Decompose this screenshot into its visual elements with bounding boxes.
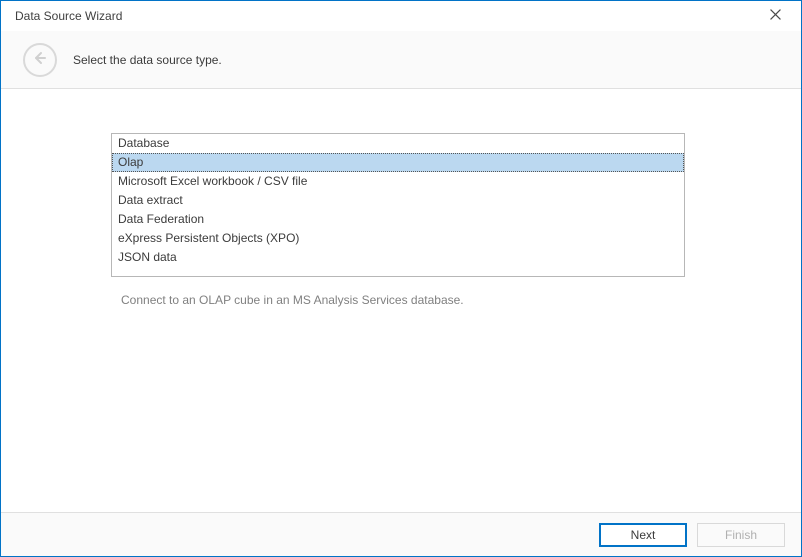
content-area: DatabaseOlapMicrosoft Excel workbook / C… <box>1 89 801 512</box>
description-text: Connect to an OLAP cube in an MS Analysi… <box>111 293 691 307</box>
instruction-text: Select the data source type. <box>73 53 222 67</box>
wizard-window: Data Source Wizard Select the data sourc… <box>0 0 802 557</box>
list-item[interactable]: Data extract <box>112 191 684 210</box>
next-button[interactable]: Next <box>599 523 687 547</box>
data-source-type-list[interactable]: DatabaseOlapMicrosoft Excel workbook / C… <box>111 133 685 277</box>
list-item[interactable]: Olap <box>112 153 684 172</box>
list-item[interactable]: Microsoft Excel workbook / CSV file <box>112 172 684 191</box>
list-item[interactable]: Data Federation <box>112 210 684 229</box>
list-item[interactable]: Database <box>112 134 684 153</box>
arrow-left-icon <box>32 50 48 69</box>
window-title: Data Source Wizard <box>15 9 761 23</box>
list-item[interactable]: eXpress Persistent Objects (XPO) <box>112 229 684 248</box>
back-button <box>23 43 57 77</box>
footer: Next Finish <box>1 512 801 556</box>
finish-button: Finish <box>697 523 785 547</box>
close-icon <box>770 9 781 23</box>
list-item[interactable]: JSON data <box>112 248 684 267</box>
wizard-header: Select the data source type. <box>1 31 801 89</box>
titlebar: Data Source Wizard <box>1 1 801 31</box>
close-button[interactable] <box>761 2 789 30</box>
